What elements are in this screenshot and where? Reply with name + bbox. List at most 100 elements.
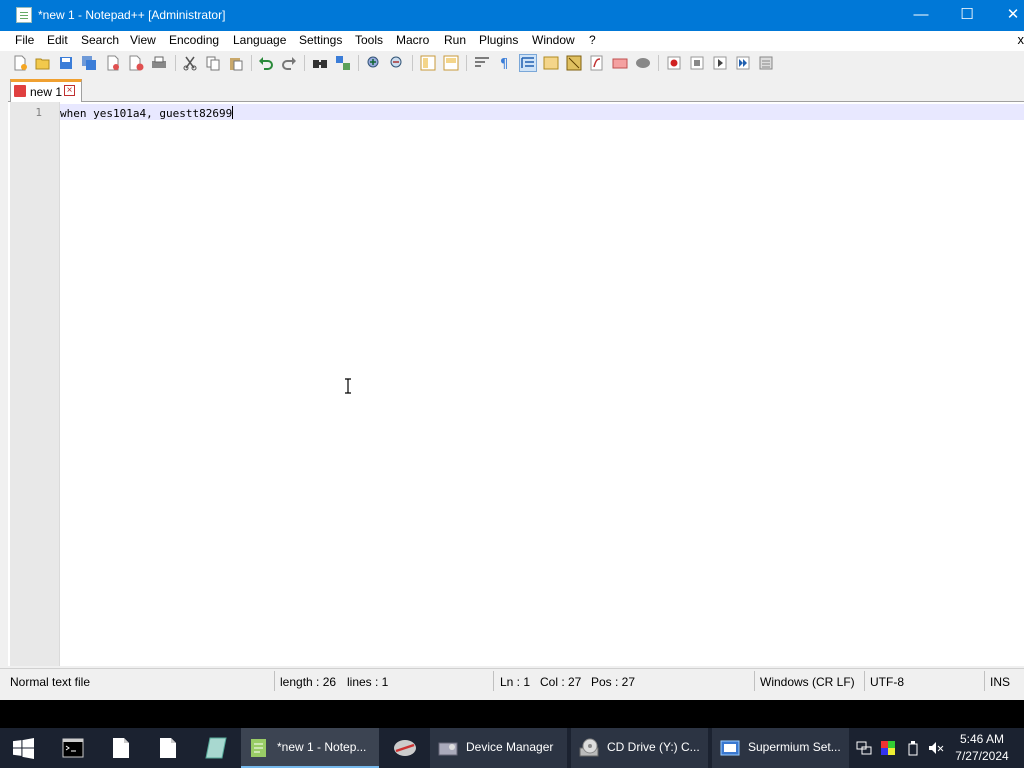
udl-icon[interactable]	[543, 55, 559, 71]
close-file-icon[interactable]	[105, 55, 121, 71]
notepad-file-icon[interactable]	[112, 737, 130, 759]
new-icon[interactable]	[12, 55, 28, 71]
status-divider	[274, 671, 275, 691]
window-title: *new 1 - Notepad++ [Administrator]	[38, 8, 226, 22]
undo-icon[interactable]	[258, 55, 274, 71]
stop-record-icon[interactable]	[689, 55, 705, 71]
menu-plugins[interactable]: Plugins	[479, 33, 518, 47]
toolbar-separator	[251, 55, 252, 71]
menu-view[interactable]: View	[130, 33, 156, 47]
menu-language[interactable]: Language	[233, 33, 286, 47]
notepadpp-icon	[251, 739, 266, 757]
doc-map-icon[interactable]	[566, 55, 582, 71]
status-lines: lines : 1	[347, 675, 389, 689]
network-app-icon[interactable]	[392, 737, 418, 759]
tab-bar: new 1 ×	[8, 77, 1024, 102]
script-editor-icon[interactable]	[204, 737, 228, 759]
color-tray-icon[interactable]	[880, 740, 896, 756]
usb-eject-tray-icon[interactable]	[905, 740, 921, 756]
paste-icon[interactable]	[228, 55, 244, 71]
status-encoding[interactable]: UTF-8	[870, 675, 904, 689]
zoom-out-icon[interactable]	[389, 55, 405, 71]
status-divider	[864, 671, 865, 691]
status-insert-mode[interactable]: INS	[990, 675, 1010, 689]
save-all-icon[interactable]	[81, 55, 97, 71]
taskbar-label: CD Drive (Y:) C...	[607, 740, 700, 754]
menu-macro[interactable]: Macro	[396, 33, 429, 47]
word-wrap-icon[interactable]	[474, 55, 490, 71]
cd-drive-icon	[579, 738, 599, 757]
save-icon[interactable]	[58, 55, 74, 71]
taskbar-cd-drive[interactable]: CD Drive (Y:) C...	[571, 728, 708, 768]
record-macro-icon[interactable]	[666, 55, 682, 71]
status-length: length : 26	[280, 675, 337, 689]
toolbar-separator	[658, 55, 659, 71]
status-file-type: Normal text file	[10, 675, 91, 689]
unsaved-document-icon	[14, 85, 26, 97]
replace-icon[interactable]	[335, 55, 351, 71]
command-prompt-icon[interactable]	[62, 738, 84, 758]
open-icon[interactable]	[35, 55, 51, 71]
folder-workspace-icon[interactable]	[612, 55, 628, 71]
svg-text:¶: ¶	[500, 57, 508, 71]
function-list-icon[interactable]	[589, 55, 605, 71]
status-column: Col : 27	[540, 675, 582, 689]
taskbar-supermium-setup[interactable]: Supermium Set...	[712, 728, 849, 768]
taskbar-clock[interactable]: 5:46 AM 7/27/2024	[948, 731, 1016, 765]
print-icon[interactable]	[151, 55, 167, 71]
monitoring-icon[interactable]	[635, 55, 651, 71]
status-position: Pos : 27	[591, 675, 636, 689]
menu-settings[interactable]: Settings	[299, 33, 342, 47]
save-macro-icon[interactable]	[758, 55, 774, 71]
notepadpp-app-icon[interactable]	[16, 7, 32, 23]
menu-tools[interactable]: Tools	[355, 33, 383, 47]
text-caret	[232, 106, 234, 119]
status-eol[interactable]: Windows (CR LF)	[760, 675, 855, 689]
menu-file[interactable]: File	[15, 33, 34, 47]
editor-area[interactable]: 1 when yes101a4, guestt82699	[8, 102, 1024, 666]
menu-edit[interactable]: Edit	[47, 33, 68, 47]
toolbar: ¶	[0, 51, 1024, 75]
run-macro-multiple-icon[interactable]	[735, 55, 751, 71]
taskbar: *new 1 - Notep... Device Manager CD Driv…	[0, 728, 1024, 768]
close-document-icon[interactable]: x	[1018, 32, 1024, 47]
taskbar-notepadpp[interactable]: *new 1 - Notep...	[241, 728, 379, 768]
device-manager-icon	[438, 742, 458, 756]
tab-label: new 1	[30, 85, 63, 99]
play-macro-icon[interactable]	[712, 55, 728, 71]
close-button[interactable]: ✕	[990, 0, 1024, 31]
tab-new-1[interactable]: new 1 ×	[10, 79, 82, 102]
toolbar-separator	[304, 55, 305, 71]
menu-search[interactable]: Search	[81, 33, 119, 47]
copy-icon[interactable]	[205, 55, 221, 71]
windows-start-icon[interactable]	[13, 738, 34, 759]
taskbar-label: Device Manager	[466, 740, 554, 754]
redo-icon[interactable]	[281, 55, 297, 71]
editor-line-text[interactable]: when yes101a4, guestt82699	[60, 106, 234, 120]
indent-guide-icon[interactable]	[519, 54, 537, 72]
find-icon[interactable]	[312, 55, 328, 71]
status-line: Ln : 1	[500, 675, 531, 689]
editor-text: when yes101a4, guestt82699	[60, 107, 233, 120]
title-bar[interactable]: *new 1 - Notepad++ [Administrator] — ☐ ✕	[0, 0, 1024, 31]
status-divider	[984, 671, 985, 691]
maximize-button[interactable]: ☐	[944, 0, 990, 31]
taskbar-device-manager[interactable]: Device Manager	[430, 728, 567, 768]
sync-horizontal-icon[interactable]	[443, 55, 459, 71]
close-all-icon[interactable]	[128, 55, 144, 71]
document-file-icon[interactable]	[159, 737, 177, 759]
menu-window[interactable]: Window	[532, 33, 575, 47]
volume-muted-icon[interactable]	[928, 740, 944, 756]
sync-vertical-icon[interactable]	[420, 55, 436, 71]
tab-close-icon[interactable]: ×	[64, 85, 75, 96]
line-number: 1	[35, 106, 42, 119]
menu-run[interactable]: Run	[444, 33, 466, 47]
network-tray-icon[interactable]	[856, 740, 872, 756]
cut-icon[interactable]	[182, 55, 198, 71]
status-divider	[754, 671, 755, 691]
show-all-chars-icon[interactable]: ¶	[497, 55, 513, 71]
minimize-button[interactable]: —	[898, 0, 944, 31]
menu-help[interactable]: ?	[589, 33, 596, 47]
menu-encoding[interactable]: Encoding	[169, 33, 219, 47]
zoom-in-icon[interactable]	[366, 55, 382, 71]
